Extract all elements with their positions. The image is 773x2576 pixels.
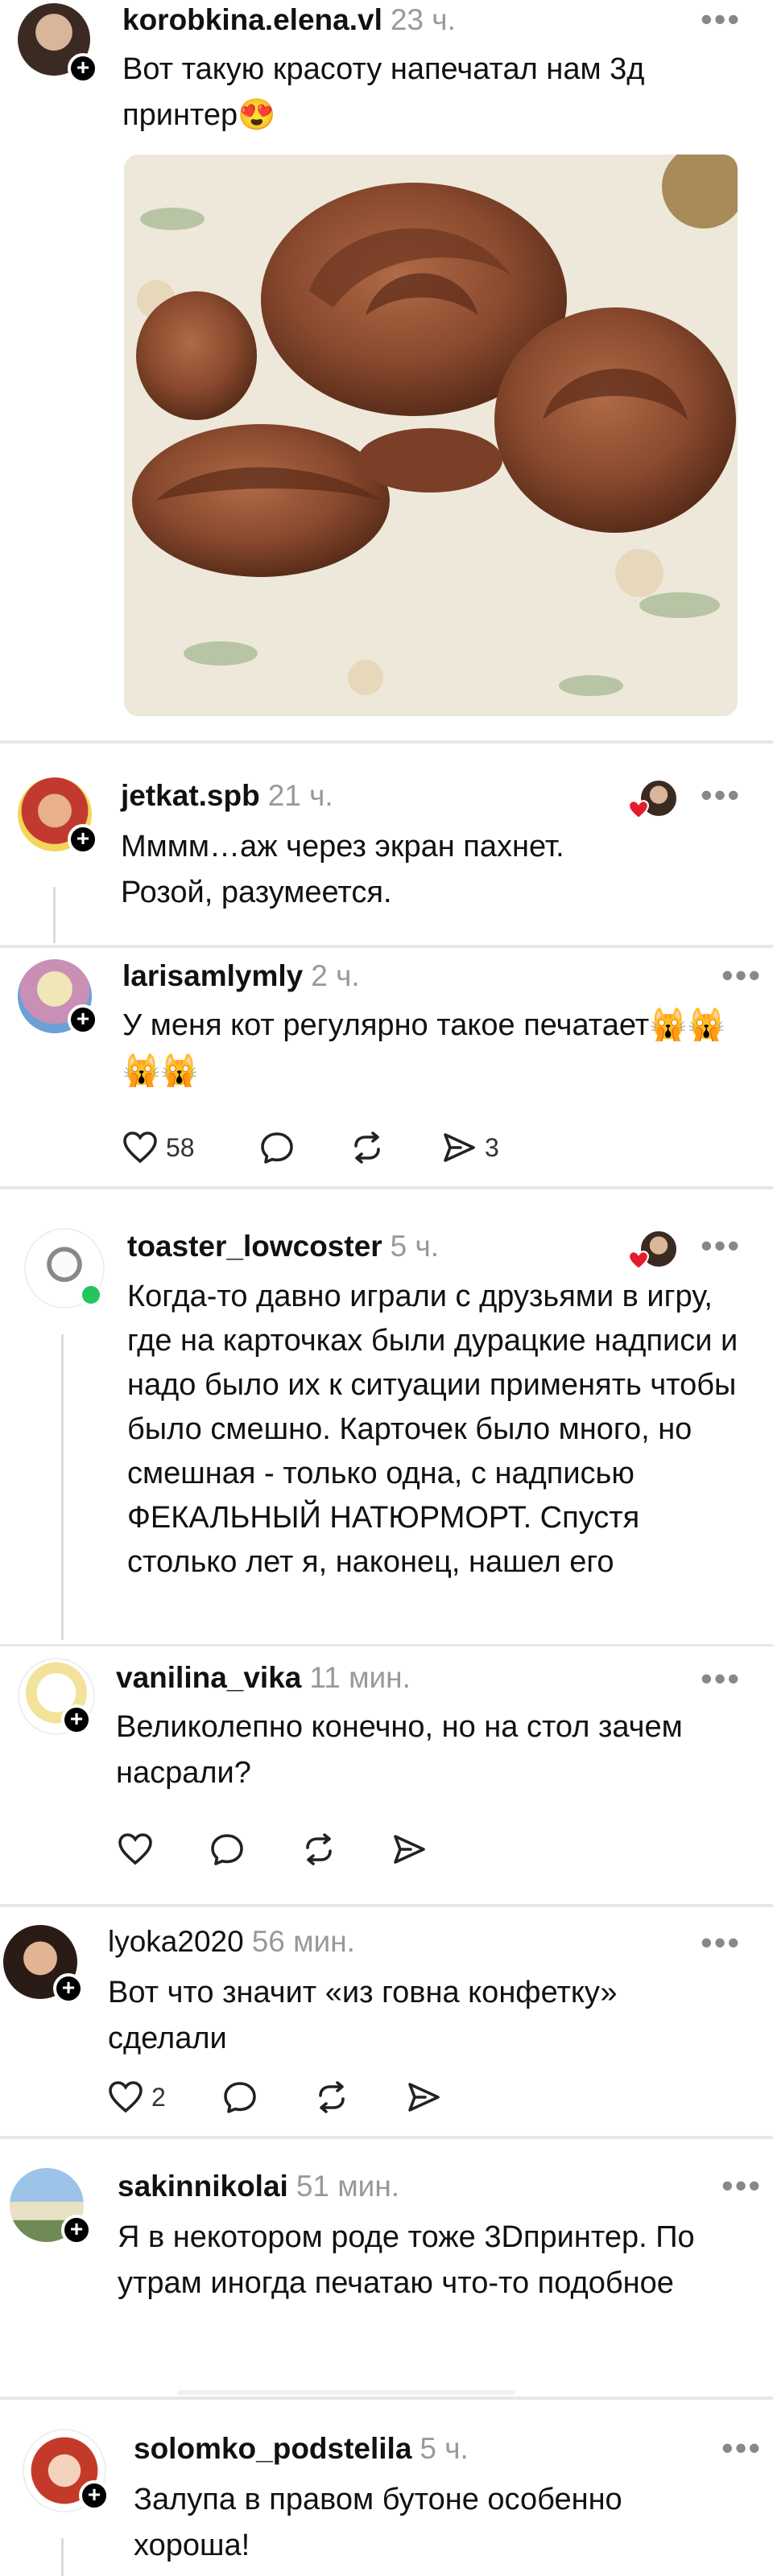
like-button[interactable]	[116, 1825, 155, 1873]
more-dots-icon[interactable]: •••	[701, 778, 741, 812]
repost-button[interactable]	[348, 1123, 386, 1172]
username[interactable]: vanilina_vika	[116, 1661, 301, 1694]
more-dots-icon[interactable]: •••	[721, 2169, 762, 2203]
post-text: У меня кот регулярно такое печатает🙀🙀🙀🙀	[122, 1008, 725, 1088]
like-count: 2	[151, 2082, 166, 2112]
roses-photo	[124, 155, 738, 716]
repost-button[interactable]	[312, 2073, 351, 2121]
username[interactable]: jetkat.spb	[121, 779, 260, 812]
post-time: 5 ч.	[420, 2432, 469, 2465]
post-time: 51 мин.	[296, 2170, 400, 2203]
share-button[interactable]: 3	[440, 1123, 499, 1172]
comment-bubble-icon	[261, 1132, 293, 1164]
post-larisamlymly: + larisamlymly 2 ч. ••• У меня кот регуля…	[0, 948, 773, 1186]
comment-button[interactable]	[208, 1825, 246, 1873]
comment-button[interactable]	[258, 1123, 296, 1172]
more-dots-icon[interactable]: •••	[721, 2431, 762, 2465]
heart-icon	[118, 1833, 152, 1865]
post-korobkina: + korobkina.elena.vl 23 ч. ••• Вот такую …	[0, 0, 773, 740]
post-sakinnikolai: + sakinnikolai 51 мин. ••• Я в некотором …	[0, 2139, 773, 2397]
post-time: 56 мин.	[251, 1925, 355, 1958]
heart-icon	[109, 2081, 143, 2113]
share-send-icon	[444, 1133, 475, 1162]
more-dots-icon[interactable]: •••	[701, 2, 741, 36]
post-time: 2 ч.	[311, 959, 360, 992]
post-text: Вот такую красоту напечатал нам 3д принт…	[122, 52, 645, 132]
post-text: Когда-то давно играли с друзьями в игру,…	[127, 1280, 738, 1579]
heart-icon	[123, 1131, 157, 1164]
post-jetkat: + jetkat.spb 21 ч. ••• Мммм…аж через экра…	[0, 744, 773, 945]
share-button[interactable]	[390, 1825, 428, 1873]
repost-button[interactable]	[300, 1825, 338, 1873]
repost-icon	[354, 1131, 380, 1164]
username[interactable]: lyoka2020	[108, 1925, 244, 1958]
follow-plus-icon[interactable]: +	[61, 2215, 92, 2245]
more-dots-icon[interactable]: •••	[701, 1926, 741, 1960]
post-toaster-lowcoster: toaster_lowcoster 5 ч. ••• Когда-то давно…	[0, 1189, 773, 1644]
heart-badge-icon	[628, 1251, 649, 1270]
username[interactable]: toaster_lowcoster	[127, 1230, 382, 1263]
post-text: Великолепно конечно, но на стол зачем на…	[116, 1710, 683, 1790]
follow-plus-icon[interactable]: +	[68, 824, 98, 855]
post-solomko-podstelila: + solomko_podstelila 5 ч. ••• Залупа в пр…	[0, 2400, 773, 2576]
post-lyoka2020: + lyoka2020 56 мин. ••• Вот что значит «и…	[0, 1907, 773, 2136]
post-time: 23 ч.	[390, 3, 456, 36]
follow-plus-icon[interactable]: +	[68, 53, 98, 84]
like-button[interactable]: 58	[121, 1123, 195, 1172]
post-actions: 58 3	[121, 1123, 604, 1172]
more-dots-icon[interactable]: •••	[701, 1229, 741, 1263]
share-count: 3	[485, 1132, 499, 1162]
username-row: jetkat.spb 21 ч.	[121, 779, 333, 813]
post-text: Вот что значит «из говна конфетку» сдела…	[108, 1976, 618, 2055]
follow-plus-icon[interactable]: +	[68, 1004, 98, 1035]
post-actions	[116, 1825, 599, 1873]
repost-icon	[319, 2081, 345, 2113]
comment-bubble-icon	[211, 1834, 243, 1865]
username-row: vanilina_vika 11 мин.	[116, 1661, 411, 1695]
username-row: solomko_podstelila 5 ч.	[134, 2432, 469, 2466]
like-button[interactable]: 2	[106, 2073, 166, 2121]
post-text: Я в некотором роде тоже 3Dпринтер. По ут…	[118, 2220, 695, 2300]
repost-icon	[306, 1833, 332, 1865]
thread-line	[53, 887, 56, 943]
share-send-icon	[394, 1835, 425, 1864]
more-dots-icon[interactable]: •••	[701, 1662, 741, 1696]
username-row: lyoka2020 56 мин.	[108, 1925, 355, 1959]
username-row: toaster_lowcoster 5 ч.	[127, 1230, 439, 1263]
post-time: 21 ч.	[267, 779, 333, 812]
username-row: larisamlymly 2 ч.	[122, 959, 360, 993]
thread-line	[61, 2538, 64, 2576]
follow-plus-icon[interactable]: +	[53, 1973, 84, 2004]
online-status-indicator	[79, 1283, 103, 1307]
username-row: sakinnikolai 51 мин.	[118, 2170, 399, 2203]
share-send-icon	[408, 2083, 440, 2112]
follow-plus-icon[interactable]: +	[79, 2480, 110, 2511]
username[interactable]: sakinnikolai	[118, 2170, 288, 2203]
follow-plus-icon[interactable]: +	[61, 1704, 92, 1735]
share-button[interactable]	[404, 2073, 443, 2121]
heart-badge-icon	[628, 800, 649, 819]
post-actions: 2	[106, 2073, 589, 2121]
post-vanilina-vika: + vanilina_vika 11 мин. ••• Великолепно к…	[0, 1647, 773, 1904]
post-text: Мммм…аж через экран пахнет. Розой, разум…	[121, 830, 564, 909]
post-text: Залупа в правом бутоне особенно хороша!	[134, 2483, 622, 2562]
post-image-3d-roses[interactable]	[124, 155, 738, 716]
comment-button[interactable]	[221, 2073, 259, 2121]
post-time: 5 ч.	[390, 1230, 440, 1263]
comment-bubble-icon	[224, 2082, 256, 2113]
thread-line	[61, 1334, 64, 1640]
username[interactable]: korobkina.elena.vl	[122, 3, 382, 36]
username[interactable]: solomko_podstelila	[134, 2432, 411, 2465]
faded-actions	[177, 2390, 515, 2395]
username-row: korobkina.elena.vl 23 ч.	[122, 3, 456, 37]
post-time: 11 мин.	[309, 1661, 411, 1694]
username[interactable]: larisamlymly	[122, 959, 303, 992]
like-count: 58	[166, 1132, 195, 1162]
more-dots-icon[interactable]: •••	[721, 958, 762, 992]
